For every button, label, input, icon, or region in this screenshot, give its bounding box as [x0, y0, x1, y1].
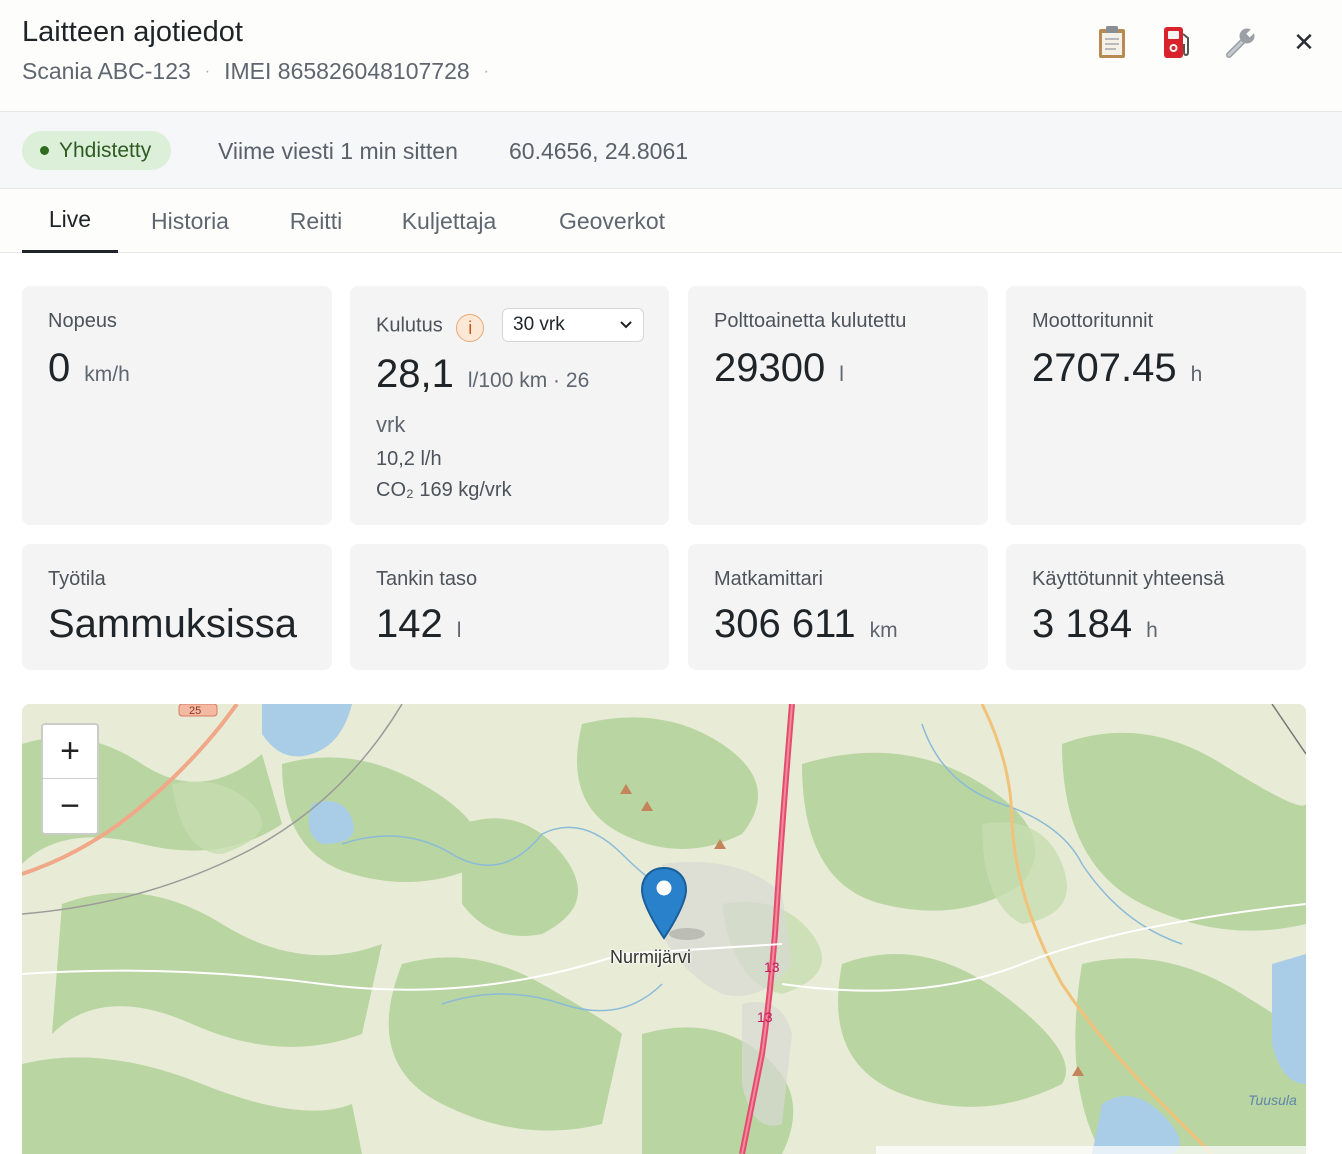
tab-reitti[interactable]: Reitti [278, 189, 354, 253]
wrench-icon [1226, 27, 1257, 58]
header-actions: ✕ [1094, 22, 1322, 62]
road-13-label: 13 [757, 1009, 773, 1025]
odometer-value: 306 611 [714, 602, 856, 646]
town-label: Nurmijärvi [610, 947, 691, 967]
info-icon[interactable]: i [456, 314, 485, 342]
work-state-value: Sammuksissa [48, 602, 297, 646]
connection-status: Yhdistetty [59, 138, 152, 162]
vehicle-marker-icon[interactable] [640, 866, 688, 940]
co2-emission: CO₂ 169 kg/vrk [376, 479, 512, 501]
status-dot-icon [40, 146, 49, 155]
tank-level-value: 142 [376, 602, 443, 646]
consumption-value-row: 28,1 l/100 km · 26 [376, 352, 589, 397]
work-state-label: Työtila [48, 568, 106, 590]
consumption-unit-cont: vrk [376, 412, 406, 437]
tank-level-card: Tankin taso 142 l [350, 544, 669, 670]
fuel-used-value-row: 29300 l [714, 346, 844, 391]
tank-level-value-row: 142 l [376, 602, 461, 647]
tank-level-unit: l [456, 619, 462, 642]
clipboard-button[interactable] [1094, 22, 1130, 62]
engine-hours-value: 2707.45 [1032, 346, 1177, 390]
engine-hours-label: Moottoritunnit [1032, 310, 1154, 332]
speed-unit: km/h [84, 363, 130, 386]
engine-hours-card: Moottoritunnit 2707.45 h [1006, 286, 1306, 525]
device-subtitle: Scania ABC-123 · IMEI 865826048107728 · [22, 58, 503, 85]
usage-hours-value: 3 184 [1032, 602, 1133, 646]
speed-label: Nopeus [48, 310, 117, 332]
zoom-in-button[interactable]: + [43, 725, 97, 779]
lake-label: Tuusula [1248, 1092, 1297, 1108]
consumption-unit: l/100 km · 26 [467, 369, 590, 392]
zoom-out-button[interactable]: − [43, 779, 97, 833]
odometer-value-row: 306 611 km [714, 602, 898, 647]
map-view[interactable]: 25 13 13 + − Nurmijärvi Tuusula [22, 704, 1306, 1154]
connection-badge: Yhdistetty [22, 131, 172, 170]
page-title: Laitteen ajotiedot [22, 16, 243, 48]
fuel-used-value: 29300 [714, 346, 826, 390]
fuel-pump-icon [1164, 27, 1189, 58]
map-attribution [876, 1146, 1306, 1154]
speed-value-row: 0 km/h [48, 346, 130, 391]
last-message: Viime viesti 1 min sitten [218, 138, 458, 164]
tab-live[interactable]: Live [22, 189, 118, 253]
road-13-label: 13 [764, 959, 780, 975]
odometer-label: Matkamittari [714, 568, 823, 590]
speed-value: 0 [48, 346, 71, 390]
fuel-used-card: Polttoainetta kulutettu 29300 l [688, 286, 988, 525]
usage-hours-value-row: 3 184 h [1032, 602, 1158, 647]
tab-kuljettaja[interactable]: Kuljettaja [390, 189, 508, 253]
consumption-label: Kulutus [376, 314, 443, 337]
usage-hours-label: Käyttötunnit yhteensä [1032, 568, 1225, 590]
tab-bar: Live Historia Reitti Kuljettaja Geoverko… [0, 189, 1342, 253]
speed-card: Nopeus 0 km/h [22, 286, 332, 525]
imei-text: IMEI 865826048107728 [224, 58, 470, 84]
tab-historia[interactable]: Historia [140, 189, 240, 253]
consumption-card: Kulutus i 30 vrk 28,1 l/100 km · 26 vrk 1… [350, 286, 669, 525]
panel-header: Laitteen ajotiedot Scania ABC-123 · IMEI 8… [0, 0, 1342, 112]
separator: · [204, 63, 211, 80]
status-bar: Yhdistetty Viime viesti 1 min sitten 60.… [0, 112, 1342, 189]
tab-geoverkot[interactable]: Geoverkot [546, 189, 678, 253]
consumption-label-row: Kulutus i [376, 314, 485, 342]
close-button[interactable]: ✕ [1286, 22, 1322, 62]
work-state-card: Työtila Sammuksissa [22, 544, 332, 670]
period-select[interactable]: 30 vrk [502, 308, 644, 342]
usage-hours-card: Käyttötunnit yhteensä 3 184 h [1006, 544, 1306, 670]
chevron-down-icon [620, 321, 632, 329]
service-button[interactable] [1222, 22, 1258, 62]
vehicle-name: Scania ABC-123 [22, 58, 191, 84]
usage-hours-unit: h [1146, 619, 1158, 642]
consumption-value: 28,1 [376, 352, 454, 396]
fuel-button[interactable] [1158, 22, 1194, 62]
engine-hours-value-row: 2707.45 h [1032, 346, 1202, 391]
odometer-unit: km [869, 619, 898, 642]
tank-level-label: Tankin taso [376, 568, 478, 590]
road-25-label: 25 [189, 705, 201, 717]
separator: · [483, 63, 489, 80]
engine-hours-unit: h [1190, 363, 1203, 386]
clipboard-icon [1099, 26, 1125, 58]
fuel-used-label: Polttoainetta kulutettu [714, 310, 907, 332]
consumption-per-hour: 10,2 l/h [376, 448, 442, 470]
coordinates: 60.4656, 24.8061 [509, 138, 689, 164]
fuel-used-unit: l [839, 363, 844, 386]
close-icon: ✕ [1293, 26, 1315, 57]
odometer-card: Matkamittari 306 611 km [688, 544, 988, 670]
period-select-value: 30 vrk [513, 314, 565, 335]
zoom-control: + − [41, 723, 99, 835]
